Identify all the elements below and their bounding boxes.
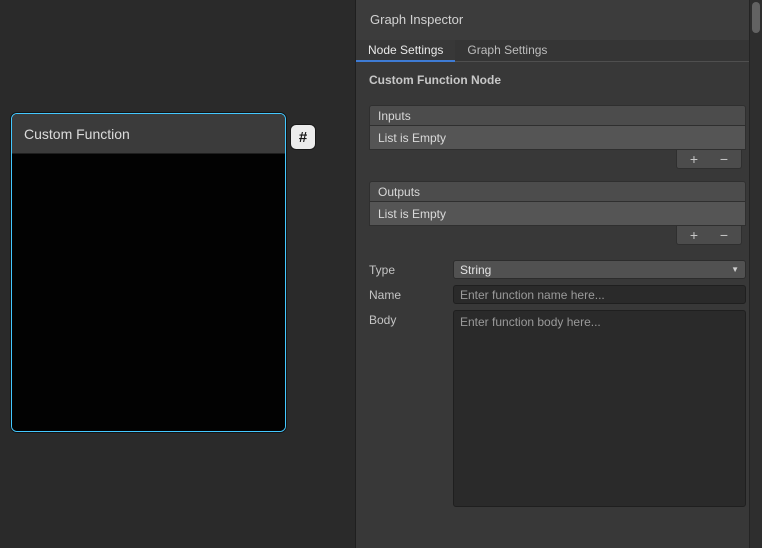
outputs-add-button[interactable]: + [681,228,707,242]
name-label: Name [369,285,453,302]
type-label: Type [369,260,453,277]
outputs-list-footer: + − [369,226,746,245]
graph-inspector-panel: Graph Inspector Node Settings Graph Sett… [355,0,762,548]
body-label: Body [369,310,453,327]
node-settings-heading: Custom Function Node [369,73,746,87]
function-name-input[interactable] [453,285,746,304]
tab-graph-settings[interactable]: Graph Settings [455,40,559,61]
outputs-list-header: Outputs [369,181,746,202]
node-title: Custom Function [24,126,130,142]
type-dropdown[interactable]: String ▼ [453,260,746,279]
inputs-list-header: Inputs [369,105,746,126]
custom-function-node[interactable]: Custom Function [11,113,286,432]
inputs-add-button[interactable]: + [681,152,707,166]
outputs-footer-bar: + − [676,226,742,245]
inspector-content: Custom Function Node Inputs List is Empt… [356,63,762,548]
node-hash-badge-icon[interactable]: # [291,125,315,149]
type-dropdown-value: String [460,263,491,277]
name-field-row: Name [369,285,746,304]
inputs-footer-bar: + − [676,150,742,169]
inspector-title: Graph Inspector [356,0,762,40]
node-preview [12,154,285,431]
inspector-tab-bar: Node Settings Graph Settings [356,40,762,62]
type-field-row: Type String ▼ [369,260,746,279]
outputs-list-empty-row: List is Empty [369,202,746,226]
inspector-scrollbar[interactable] [749,0,762,548]
tab-node-settings[interactable]: Node Settings [356,40,455,61]
body-field-row: Body [369,310,746,512]
outputs-remove-button[interactable]: − [711,228,737,242]
inputs-remove-button[interactable]: − [711,152,737,166]
node-header[interactable]: Custom Function [12,114,285,154]
inputs-list: Inputs List is Empty + − [369,105,746,169]
scrollbar-thumb[interactable] [752,2,760,33]
inputs-list-empty-row: List is Empty [369,126,746,150]
outputs-list: Outputs List is Empty + − [369,181,746,245]
inputs-list-footer: + − [369,150,746,169]
dropdown-arrow-icon: ▼ [731,265,739,274]
function-body-textarea[interactable] [453,310,746,507]
graph-canvas[interactable]: Custom Function # [0,0,355,548]
